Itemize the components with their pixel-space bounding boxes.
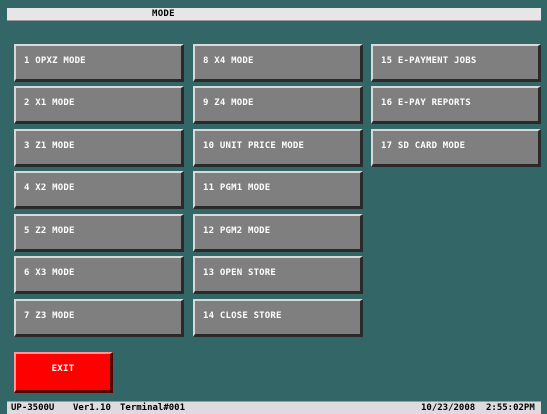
- mode-button-15-e-payment-jobs[interactable]: 15 E-PAYMENT JOBS: [371, 44, 541, 82]
- window-title: MODE: [152, 9, 175, 19]
- exit-button[interactable]: EXIT: [14, 352, 113, 393]
- mode-button-7-z3[interactable]: 7 Z3 MODE: [14, 299, 184, 337]
- status-time: 2:55:02PM: [486, 403, 535, 413]
- mode-button-12-pgm2[interactable]: 12 PGM2 MODE: [193, 214, 363, 252]
- status-bar: UP-3500U Ver1.10 Terminal#001 10/23/2008…: [7, 401, 541, 414]
- mode-button-6-x3[interactable]: 6 X3 MODE: [14, 256, 184, 294]
- mode-button-2-x1[interactable]: 2 X1 MODE: [14, 86, 184, 124]
- mode-button-13-open-store[interactable]: 13 OPEN STORE: [193, 256, 363, 294]
- mode-button-3-z1[interactable]: 3 Z1 MODE: [14, 129, 184, 167]
- title-bar: MODE: [7, 8, 541, 21]
- status-terminal: Terminal#001: [120, 403, 186, 413]
- mode-menu: 1 OPXZ MODE 2 X1 MODE 3 Z1 MODE 4 X2 MOD…: [7, 21, 541, 401]
- screen-frame: MODE 1 OPXZ MODE 2 X1 MODE 3 Z1 MODE 4 X…: [0, 0, 547, 414]
- mode-button-9-z4[interactable]: 9 Z4 MODE: [193, 86, 363, 124]
- mode-button-17-sd-card[interactable]: 17 SD CARD MODE: [371, 129, 541, 167]
- mode-button-4-x2[interactable]: 4 X2 MODE: [14, 171, 184, 209]
- mode-button-8-x4[interactable]: 8 X4 MODE: [193, 44, 363, 82]
- status-model: UP-3500U: [11, 403, 55, 413]
- mode-button-11-pgm1[interactable]: 11 PGM1 MODE: [193, 171, 363, 209]
- status-date: 10/23/2008: [421, 403, 476, 413]
- status-version: Ver1.10: [73, 403, 111, 413]
- mode-button-1-opxz[interactable]: 1 OPXZ MODE: [14, 44, 184, 82]
- mode-button-5-z2[interactable]: 5 Z2 MODE: [14, 214, 184, 252]
- mode-button-10-unit-price[interactable]: 10 UNIT PRICE MODE: [193, 129, 363, 167]
- mode-button-16-e-pay-reports[interactable]: 16 E-PAY REPORTS: [371, 86, 541, 124]
- mode-button-14-close-store[interactable]: 14 CLOSE STORE: [193, 299, 363, 337]
